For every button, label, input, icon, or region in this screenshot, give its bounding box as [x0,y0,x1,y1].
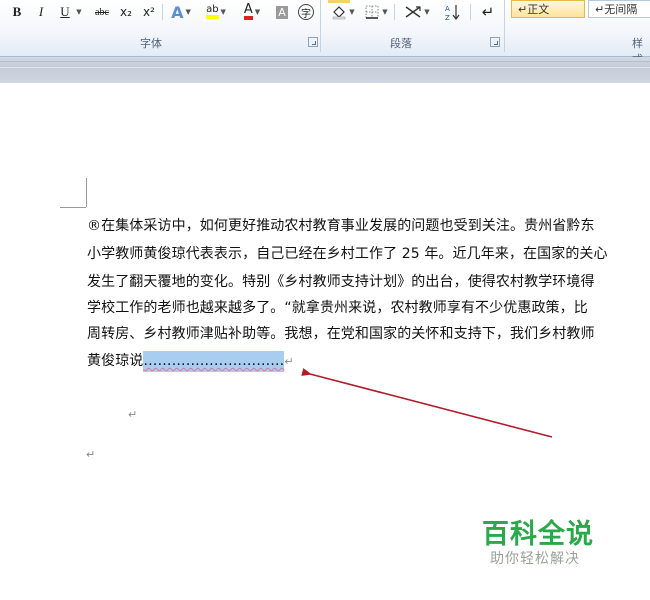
annotation-arrow [301,368,553,438]
watermark-subtitle: 助你轻松解决 [490,551,580,567]
watermark-title: 百科全说 [482,519,594,550]
